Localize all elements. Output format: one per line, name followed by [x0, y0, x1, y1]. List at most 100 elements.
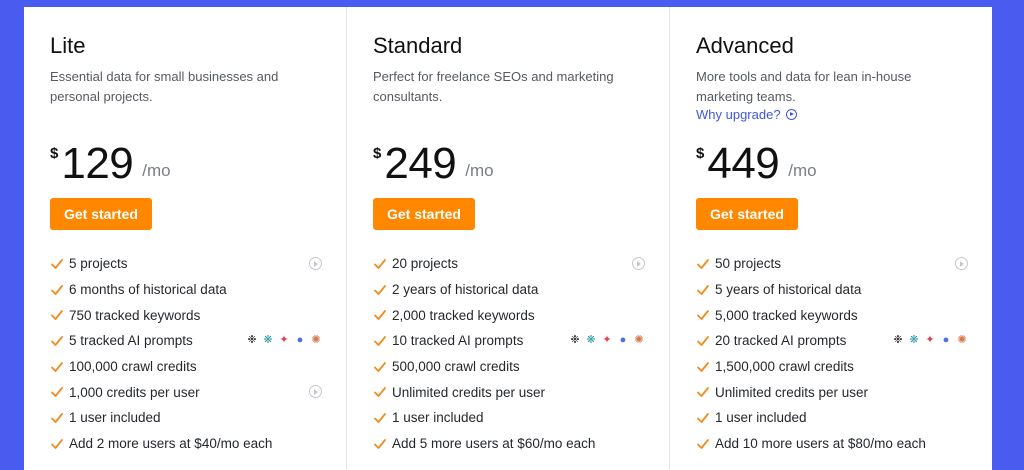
price-amount: 249 — [384, 139, 457, 188]
plan-description: Essential data for small businesses and … — [50, 69, 279, 104]
feature-item: 100,000 crawl credits — [50, 354, 322, 380]
get-started-button[interactable]: Get started — [50, 198, 152, 230]
plan-card-advanced: Advanced More tools and data for lean in… — [669, 7, 992, 470]
feature-label: Add 5 more users at $60/mo each — [392, 436, 596, 452]
ai-model-icons: ❉ ❋ ✦ ● ✺ — [892, 333, 968, 347]
check-icon — [697, 387, 709, 398]
check-icon — [374, 361, 386, 372]
check-icon — [697, 336, 709, 346]
check-icon — [374, 387, 386, 398]
check-icon — [374, 438, 386, 449]
feature-item: 20 tracked AI prompts ❉ ❋ ✦ ● ✺ — [696, 328, 968, 354]
check-icon — [51, 336, 63, 346]
feature-item: 1 user included — [373, 405, 645, 431]
gemini-icon: ✦ — [602, 334, 612, 347]
check-icon — [374, 336, 386, 346]
check-icon — [374, 413, 386, 423]
check-icon — [374, 284, 386, 295]
feature-item: 20 projects — [373, 251, 645, 277]
check-icon — [51, 310, 63, 321]
copilot-icon: ● — [619, 334, 627, 347]
plan-card-standard: Standard Perfect for freelance SEOs and … — [346, 7, 669, 470]
feature-item: Unlimited credits per user — [696, 379, 968, 405]
copilot-icon: ● — [296, 334, 304, 347]
get-started-button[interactable]: Get started — [373, 198, 475, 230]
openai-icon: ❉ — [570, 334, 580, 347]
check-icon — [697, 361, 709, 372]
feature-item: 5 projects — [50, 251, 322, 277]
play-circle-icon[interactable] — [309, 257, 322, 270]
gemini-icon: ✦ — [925, 334, 935, 347]
feature-label: Unlimited credits per user — [392, 384, 546, 400]
play-circle-icon — [785, 109, 797, 120]
currency-symbol: $ — [373, 145, 382, 162]
plan-description: Perfect for freelance SEOs and marketing… — [373, 69, 614, 104]
feature-label: 50 projects — [715, 256, 782, 272]
check-icon — [697, 258, 709, 269]
feature-label: 2,000 tracked keywords — [392, 307, 535, 323]
plan-price: $ 249 /mo — [373, 137, 494, 191]
feature-list: 50 projects 5 years of historical data 5… — [696, 251, 968, 457]
claude-icon: ✺ — [957, 334, 967, 347]
feature-label: 5,000 tracked keywords — [715, 307, 858, 323]
why-upgrade-link[interactable]: Why upgrade? — [696, 107, 797, 122]
feature-item: 50 projects — [696, 251, 968, 277]
play-circle-icon[interactable] — [309, 385, 322, 399]
feature-label: 1,000 credits per user — [69, 384, 200, 400]
feature-label: 20 projects — [392, 256, 459, 272]
feature-list: 5 projects 6 months of historical data 7… — [50, 251, 322, 457]
feature-item: Unlimited credits per user — [373, 379, 645, 405]
check-icon — [51, 438, 63, 449]
check-icon — [697, 284, 709, 295]
feature-label: Unlimited credits per user — [715, 384, 869, 400]
feature-item: 2,000 tracked keywords — [373, 302, 645, 328]
plan-name: Advanced — [696, 33, 794, 58]
feature-item: 5 tracked AI prompts ❉ ❋ ✦ ● ✺ — [50, 328, 322, 354]
price-period: /mo — [788, 161, 817, 180]
check-icon — [51, 413, 63, 423]
play-circle-icon[interactable] — [955, 257, 968, 270]
check-icon — [697, 413, 709, 423]
feature-label: 5 projects — [69, 256, 128, 272]
plan-price: $ 449 /mo — [696, 137, 817, 191]
feature-label: 100,000 crawl credits — [69, 359, 197, 375]
feature-label: 5 years of historical data — [715, 282, 862, 298]
pricing-table: Lite Essential data for small businesses… — [24, 7, 992, 470]
play-circle-icon[interactable] — [632, 257, 645, 270]
feature-label: 2 years of historical data — [392, 282, 539, 298]
claude-icon: ✺ — [311, 334, 321, 347]
check-icon — [697, 438, 709, 449]
feature-label: 10 tracked AI prompts — [392, 333, 524, 349]
feature-item: 1,000 credits per user — [50, 379, 322, 405]
check-icon — [697, 310, 709, 321]
feature-label: Add 10 more users at $80/mo each — [715, 436, 926, 452]
perplexity-icon: ❋ — [909, 334, 919, 347]
currency-symbol: $ — [50, 145, 59, 162]
ai-model-icons: ❉ ❋ ✦ ● ✺ — [246, 333, 322, 347]
openai-icon: ❉ — [893, 334, 903, 347]
gemini-icon: ✦ — [279, 334, 289, 347]
why-upgrade-label: Why upgrade? — [696, 107, 781, 122]
feature-label: 500,000 crawl credits — [392, 359, 520, 375]
price-amount: 129 — [61, 139, 134, 188]
plan-card-lite: Lite Essential data for small businesses… — [24, 7, 346, 470]
feature-label: Add 2 more users at $40/mo each — [69, 436, 273, 452]
price-period: /mo — [142, 161, 171, 180]
feature-item: Add 5 more users at $60/mo each — [373, 431, 645, 457]
feature-item: 5,000 tracked keywords — [696, 302, 968, 328]
feature-item: 1 user included — [696, 405, 968, 431]
feature-item: 10 tracked AI prompts ❉ ❋ ✦ ● ✺ — [373, 328, 645, 354]
get-started-button[interactable]: Get started — [696, 198, 798, 230]
feature-label: 1 user included — [392, 410, 484, 426]
price-amount: 449 — [707, 139, 780, 188]
check-icon — [374, 258, 386, 269]
feature-label: 5 tracked AI prompts — [69, 333, 193, 349]
feature-item: Add 2 more users at $40/mo each — [50, 431, 322, 457]
plan-name: Lite — [50, 33, 86, 58]
plan-price: $ 129 /mo — [50, 137, 171, 191]
openai-icon: ❉ — [247, 334, 257, 347]
perplexity-icon: ❋ — [263, 334, 273, 347]
feature-list: 20 projects 2 years of historical data 2… — [373, 251, 645, 457]
claude-icon: ✺ — [634, 334, 644, 347]
feature-label: 1 user included — [715, 410, 807, 426]
